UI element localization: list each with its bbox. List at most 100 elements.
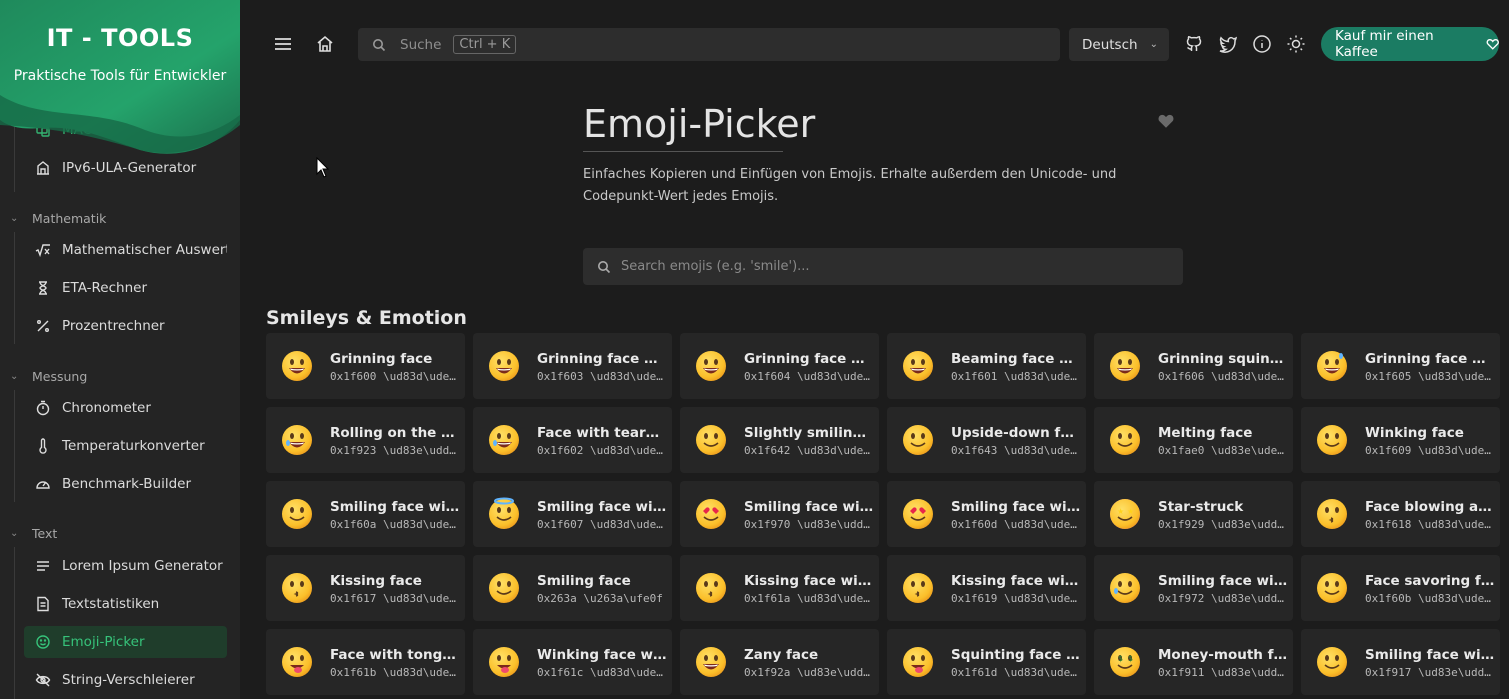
theme-toggle-button[interactable] bbox=[1281, 29, 1311, 59]
sidebar-item-string-obfuscator[interactable]: String-Verschleierer bbox=[24, 664, 227, 696]
emoji-card[interactable]: Upside-down face 0x1f643 \ud83d\ude43 bbox=[887, 407, 1086, 473]
page-title: Emoji-Picker bbox=[583, 102, 816, 146]
emoji-card[interactable]: Smiling face with smiling eyes 0x1f60a \u… bbox=[266, 481, 465, 547]
emoji-name: Grinning squinting face bbox=[1158, 351, 1288, 367]
category-text[interactable]: ⌄ Text bbox=[10, 523, 57, 543]
emoji-card[interactable]: Kissing face with smiling eyes 0x1f619 \u… bbox=[887, 555, 1086, 621]
page-description: Einfaches Kopieren und Einfügen von Emoj… bbox=[583, 167, 1117, 204]
twitter-link[interactable] bbox=[1213, 29, 1243, 59]
nav-tree-line bbox=[14, 390, 15, 502]
emoji-glyph-icon bbox=[280, 349, 314, 383]
emoji-card[interactable]: Face blowing a kiss 0x1f618 \ud83d\ude18 bbox=[1301, 481, 1500, 547]
emoji-card[interactable]: Smiling face with hearts 0x1f970 \ud83e\u… bbox=[680, 481, 879, 547]
emoji-card[interactable]: Beaming face with smiling eyes 0x1f601 \u… bbox=[887, 333, 1086, 399]
emoji-code: 0x1f929 \ud83e\udd29 bbox=[1158, 518, 1288, 531]
favorite-button[interactable] bbox=[1157, 112, 1175, 130]
nav-tree-line bbox=[14, 547, 15, 699]
emoji-search-input[interactable]: Search emojis (e.g. 'smile')... bbox=[583, 248, 1183, 285]
emoji-code: 0x1f605 \ud83d\ude05 bbox=[1365, 370, 1495, 383]
emoji-glyph-icon bbox=[280, 645, 314, 679]
emoji-code: 0x1f643 \ud83d\ude43 bbox=[951, 444, 1081, 457]
sidebar-item-emoji-picker[interactable]: Emoji-Picker bbox=[24, 626, 227, 658]
emoji-code: 0x1f61d \ud83d\ude1d bbox=[951, 666, 1081, 679]
emoji-card[interactable]: Zany face 0x1f92a \ud83e\udd2a bbox=[680, 629, 879, 695]
document-icon bbox=[34, 595, 52, 613]
emoji-name: Squinting face with tongue bbox=[951, 647, 1081, 663]
emoji-name: Smiling face with open hands bbox=[1365, 647, 1495, 663]
global-search-input[interactable]: Suche Ctrl + K bbox=[358, 28, 1060, 61]
emoji-name: Winking face with tongue bbox=[537, 647, 667, 663]
language-label: Deutsch bbox=[1082, 36, 1138, 53]
top-bar: Suche Ctrl + K Deutsch ⌄ Kauf mir einen … bbox=[240, 0, 1509, 88]
sidebar-item-benchmark[interactable]: Benchmark-Builder bbox=[24, 468, 227, 500]
sidebar-item-eta[interactable]: ETA-Rechner bbox=[24, 272, 227, 304]
sidebar-item-label: Mathematischer Auswerter bbox=[62, 242, 227, 258]
emoji-card[interactable]: Smiling face with tear 0x1f972 \ud83e\udd… bbox=[1094, 555, 1293, 621]
emoji-name: Grinning face with big eyes bbox=[537, 351, 667, 367]
emoji-card[interactable]: Smiling face with open hands 0x1f917 \ud8… bbox=[1301, 629, 1500, 695]
emoji-code: 0x1f607 \ud83d\ude07 bbox=[537, 518, 667, 531]
emoji-name: Slightly smiling face bbox=[744, 425, 874, 441]
emoji-card[interactable]: Grinning squinting face 0x1f606 \ud83d\ud… bbox=[1094, 333, 1293, 399]
emoji-name: Kissing face with closed eyes bbox=[744, 573, 874, 589]
emoji-card[interactable]: ★ ★ Star-struck 0x1f929 \ud83e\udd29 bbox=[1094, 481, 1293, 547]
emoji-card[interactable]: Face with tears of joy 0x1f602 \ud83d\ude… bbox=[473, 407, 672, 473]
eye-off-icon bbox=[34, 671, 52, 689]
sidebar-item-lorem-ipsum[interactable]: Lorem Ipsum Generator bbox=[24, 550, 227, 582]
chevron-down-icon: ⌄ bbox=[1149, 39, 1158, 50]
emoji-code: 0x1f917 \ud83e\udd17 bbox=[1365, 666, 1495, 679]
emoji-glyph-icon bbox=[1108, 423, 1142, 457]
emoji-card[interactable]: Kissing face with closed eyes 0x1f61a \ud… bbox=[680, 555, 879, 621]
menu-toggle-button[interactable] bbox=[268, 29, 298, 59]
sidebar-item-temperature[interactable]: Temperaturkonverter bbox=[24, 430, 227, 462]
github-link[interactable] bbox=[1179, 29, 1209, 59]
emoji-name: Kissing face with smiling eyes bbox=[951, 573, 1081, 589]
emoji-glyph-icon bbox=[1315, 349, 1349, 383]
emoji-card[interactable]: Kissing face 0x1f617 \ud83d\ude17 bbox=[266, 555, 465, 621]
search-shortcut-badge: Ctrl + K bbox=[453, 35, 517, 54]
emoji-card[interactable]: Grinning face with big eyes 0x1f603 \ud83… bbox=[473, 333, 672, 399]
emoji-name: Kissing face bbox=[330, 573, 422, 589]
emoji-card[interactable]: Smiling face with halo 0x1f607 \ud83d\ude… bbox=[473, 481, 672, 547]
app-window: IT - TOOLS Praktische Tools für Entwickl… bbox=[0, 0, 1509, 699]
emoji-card[interactable]: Rolling on the floor laughing 0x1f923 \ud… bbox=[266, 407, 465, 473]
emoji-card[interactable]: Face savoring food 0x1f60b \ud83d\ude0b bbox=[1301, 555, 1500, 621]
emoji-glyph-icon bbox=[1315, 423, 1349, 457]
language-select[interactable]: Deutsch ⌄ bbox=[1069, 28, 1169, 61]
emoji-card[interactable]: Grinning face 0x1f600 \ud83d\ude00 bbox=[266, 333, 465, 399]
emoji-code: 0x1f606 \ud83d\ude06 bbox=[1158, 370, 1288, 383]
emoji-glyph-icon bbox=[1108, 349, 1142, 383]
about-button[interactable] bbox=[1247, 29, 1277, 59]
emoji-card[interactable]: Squinting face with tongue 0x1f61d \ud83d… bbox=[887, 629, 1086, 695]
emoji-glyph-icon bbox=[901, 571, 935, 605]
emoji-name: Face savoring food bbox=[1365, 573, 1495, 589]
info-icon bbox=[1253, 35, 1271, 53]
emoji-glyph-icon bbox=[280, 423, 314, 457]
emoji-code: 0x1f61c \ud83d\ude1c bbox=[537, 666, 667, 679]
sidebar-item-math-evaluator[interactable]: Mathematischer Auswerter bbox=[24, 234, 227, 266]
sidebar-item-chronometer[interactable]: Chronometer bbox=[24, 392, 227, 424]
emoji-card[interactable]: Grinning face with sweat 0x1f605 \ud83d\u… bbox=[1301, 333, 1500, 399]
emoji-card[interactable]: Grinning face with smiling eyes 0x1f604 \… bbox=[680, 333, 879, 399]
emoji-card[interactable]: Winking face 0x1f609 \ud83d\ude09 bbox=[1301, 407, 1500, 473]
sidebar-item-text-stats[interactable]: Textstatistiken bbox=[24, 588, 227, 620]
sidebar-item-percent[interactable]: Prozentrechner bbox=[24, 310, 227, 342]
home-button[interactable] bbox=[310, 29, 340, 59]
brand-header[interactable]: IT - TOOLS Praktische Tools für Entwickl… bbox=[0, 0, 240, 160]
emoji-card[interactable]: Slightly smiling face 0x1f642 \ud83d\ude4… bbox=[680, 407, 879, 473]
category-messung[interactable]: ⌄ Messung bbox=[10, 366, 87, 386]
emoji-glyph-icon bbox=[901, 423, 935, 457]
category-label: Text bbox=[32, 525, 58, 541]
buy-coffee-button[interactable]: Kauf mir einen Kaffee bbox=[1321, 27, 1499, 61]
emoji-card[interactable]: Smiling face 0x263a \u263a\ufe0f bbox=[473, 555, 672, 621]
emoji-card[interactable]: Winking face with tongue 0x1f61c \ud83d\u… bbox=[473, 629, 672, 695]
emoji-card[interactable]: $ $ Money-mouth face 0x1f911 \ud83e\udd11 bbox=[1094, 629, 1293, 695]
emoji-glyph-icon bbox=[694, 423, 728, 457]
emoji-card[interactable]: Face with tongue 0x1f61b \ud83d\ude1b bbox=[266, 629, 465, 695]
emoji-card[interactable]: Melting face 0x1fae0 \ud83e\udee0 bbox=[1094, 407, 1293, 473]
sidebar-item-label: Temperaturkonverter bbox=[62, 438, 205, 454]
emoji-card[interactable]: Smiling face with heart-eyes 0x1f60d \ud8… bbox=[887, 481, 1086, 547]
category-mathematik[interactable]: ⌄ Mathematik bbox=[10, 208, 106, 228]
emoji-glyph-icon bbox=[280, 497, 314, 531]
emoji-name: Grinning face with sweat bbox=[1365, 351, 1495, 367]
